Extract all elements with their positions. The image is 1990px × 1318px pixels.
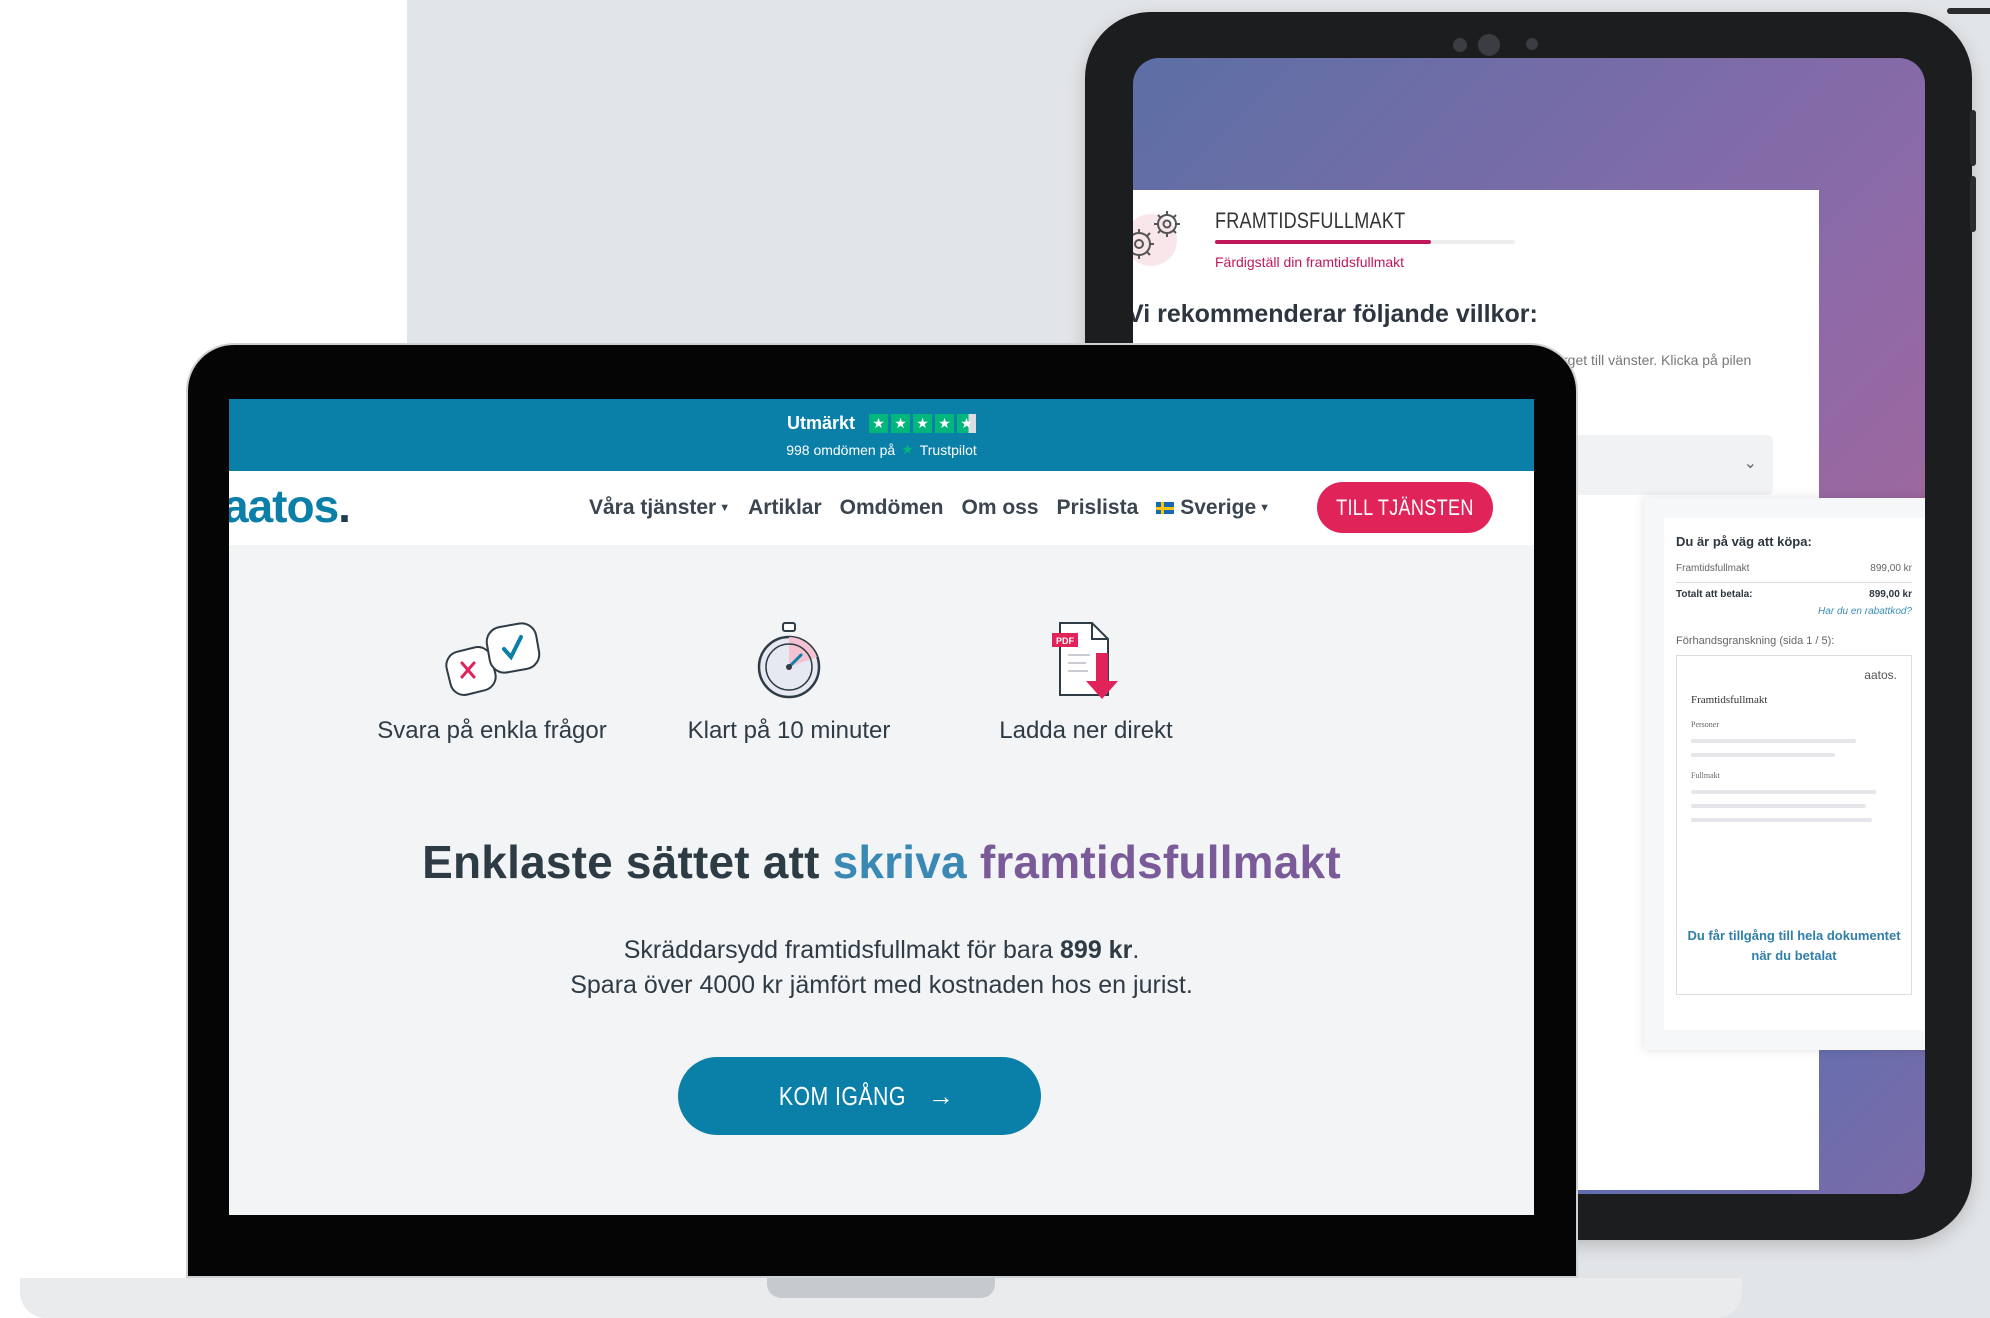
kom-igang-button[interactable]: KOM IGÅNG →	[678, 1057, 1041, 1135]
checkout-item-row: Framtidsfullmakt 899,00 kr	[1676, 563, 1912, 574]
half-star-icon: ★	[957, 414, 977, 433]
rating-word: Utmärkt	[786, 413, 856, 433]
caret-down-icon: ▼	[719, 502, 731, 515]
preview-doc-title: Framtidsfullmakt	[1691, 694, 1768, 706]
preview-section-persons: Personer	[1691, 720, 1719, 729]
nav-item-pricelist[interactable]: Prislista	[1057, 496, 1139, 520]
feature-label: Klart på 10 minuter	[687, 717, 891, 744]
tablet-power-button	[1947, 8, 1990, 14]
star-icon: ★	[913, 414, 933, 433]
arrow-right-icon: →	[927, 1080, 954, 1111]
feature-label: Ladda ner direkt	[999, 717, 1173, 744]
country-selector[interactable]: Sverige ▼	[1156, 496, 1270, 520]
form-hint: rget till vänster. Klicka på pilen	[1563, 352, 1752, 368]
feature-item: PDF Ladda ner direkt	[936, 619, 1236, 745]
preview-logo: aatos.	[1864, 668, 1897, 682]
checkout-item-label: Framtidsfullmakt	[1676, 563, 1750, 574]
trustpilot-star-icon: ★	[901, 441, 914, 457]
feature-item: Svara på enkla frågor	[342, 619, 642, 745]
sweden-flag-icon	[1156, 502, 1175, 515]
preview-line	[1691, 818, 1873, 822]
review-count: 998 omdömen på	[786, 441, 896, 458]
checkout-title: Du är på väg att köpa:	[1676, 534, 1812, 549]
document-preview: aatos. Framtidsfullmakt Personer Fullmak…	[1676, 655, 1912, 995]
preview-line	[1691, 739, 1856, 743]
stopwatch-icon	[757, 622, 821, 699]
laptop-notch	[767, 1278, 995, 1298]
hero-description: Skräddarsydd framtidsfullmakt för bara 8…	[570, 936, 1193, 999]
nav-item-reviews[interactable]: Omdömen	[840, 496, 944, 520]
preview-section-fullmakt: Fullmakt	[1691, 771, 1720, 780]
nav-item-articles[interactable]: Artiklar	[748, 496, 822, 520]
site-logo[interactable]: aatos.	[229, 479, 351, 533]
caret-down-icon: ▼	[1259, 502, 1271, 515]
preview-label: Förhandsgranskning (sida 1 / 5):	[1676, 635, 1835, 647]
discount-code-link[interactable]: Har du en rabattkod?	[1676, 606, 1912, 617]
nav-item-about[interactable]: Om oss	[962, 496, 1039, 520]
preview-line	[1691, 790, 1877, 794]
chevron-down-icon: ⌄	[1743, 455, 1757, 472]
checkout-item-price: 899,00 kr	[1870, 563, 1912, 574]
side-panel	[1568, 498, 1636, 1050]
tablet-sensor	[1453, 38, 1467, 52]
trustpilot-bar[interactable]: Utmärkt ★ ★ ★ ★ ★ 998 omdömen på ★ Trust…	[229, 399, 1534, 471]
nav-item-services[interactable]: Våra tjänster ▼	[589, 496, 730, 520]
rating-stars: ★ ★ ★ ★ ★	[869, 414, 977, 433]
till-tjansten-button[interactable]: TILL TJÄNSTEN	[1317, 482, 1493, 533]
checkout-total-row: Totalt att betala: 899,00 kr	[1676, 582, 1912, 600]
trustpilot-brand: Trustpilot	[919, 441, 977, 458]
checkout-card: Du är på väg att köpa: Framtidsfullmakt …	[1664, 518, 1924, 1030]
svg-text:PDF: PDF	[1056, 636, 1075, 646]
form-title: FRAMTIDSFULLMAKT	[1215, 208, 1406, 233]
star-icon: ★	[891, 414, 911, 433]
star-icon: ★	[869, 414, 889, 433]
laptop-screen: Utmärkt ★ ★ ★ ★ ★ 998 omdömen på ★ Trust…	[229, 399, 1534, 1215]
hero-headline: Enklaste sättet att skriva framtidsfullm…	[422, 836, 1341, 888]
feature-list: Svara på enkla frågor Klart på 10 minute…	[229, 619, 1534, 779]
checkout-total-label: Totalt att betala:	[1676, 589, 1753, 600]
feature-item: Klart på 10 minuter	[639, 619, 939, 745]
main-nav: Våra tjänster ▼ Artiklar Omdömen Om oss P…	[589, 471, 1270, 545]
quiz-check-icon	[445, 622, 541, 696]
form-progress-bar	[1215, 240, 1515, 244]
form-heading: Vi rekommenderar följande villkor:	[1133, 300, 1538, 328]
tablet-volume-up-button	[1970, 110, 1976, 166]
form-subtitle: Färdigställ din framtidsfullmakt	[1215, 254, 1405, 270]
preview-line	[1691, 804, 1867, 808]
star-icon: ★	[935, 414, 955, 433]
checkout-total-price: 899,00 kr	[1869, 589, 1912, 600]
term-select[interactable]: ⌄	[1573, 435, 1773, 495]
preview-lock-message: Du får tillgång till hela dokumentet när…	[1687, 928, 1901, 963]
preview-line	[1691, 753, 1836, 757]
tablet-light-sensor	[1526, 38, 1538, 50]
tablet-volume-down-button	[1970, 176, 1976, 232]
feature-label: Svara på enkla frågor	[377, 717, 607, 744]
price-highlight: 899 kr	[1060, 936, 1133, 964]
tablet-camera	[1478, 34, 1500, 56]
checkout-panel: Du är på väg att köpa: Framtidsfullmakt …	[1644, 498, 1925, 1050]
pdf-download-icon: PDF	[1052, 622, 1118, 699]
gears-icon	[1133, 211, 1180, 266]
navbar: aatos. Våra tjänster ▼ Artiklar Omdömen O…	[229, 471, 1534, 545]
